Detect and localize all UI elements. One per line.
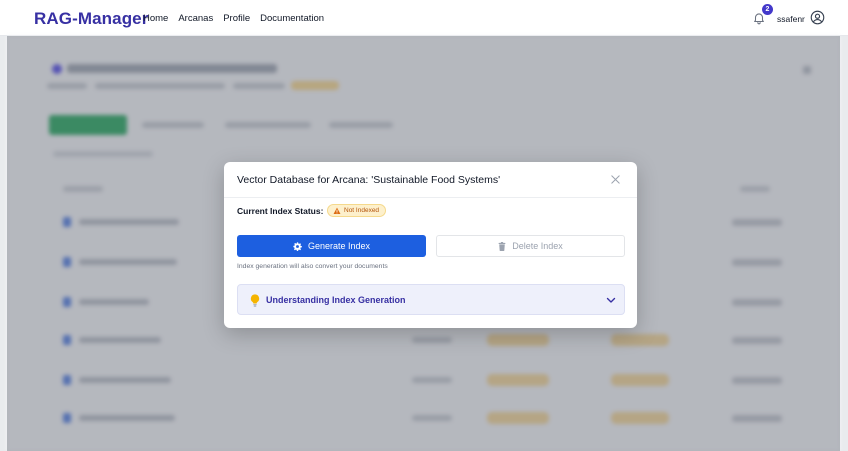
modal-header: Vector Database for Arcana: 'Sustainable… — [224, 162, 637, 198]
modal-title: Vector Database for Arcana: 'Sustainable… — [237, 174, 501, 186]
notification-badge: 2 — [762, 4, 773, 15]
username-label[interactable]: ssafenr — [777, 14, 805, 24]
nav-link-documentation[interactable]: Documentation — [260, 13, 324, 24]
understanding-index-accordion[interactable]: Understanding Index Generation — [237, 284, 625, 315]
brand-logo[interactable]: RAG-Manager — [34, 9, 148, 29]
delete-index-button[interactable]: Delete Index — [436, 235, 625, 257]
accordion-label: Understanding Index Generation — [266, 295, 406, 305]
warning-icon — [333, 207, 341, 214]
gear-icon — [293, 241, 302, 251]
index-status-text: Not Indexed — [344, 207, 380, 214]
nav-link-profile[interactable]: Profile — [223, 13, 250, 24]
index-status-badge: Not Indexed — [327, 204, 387, 217]
trash-icon — [498, 241, 506, 251]
generate-index-label: Generate Index — [307, 241, 371, 251]
delete-index-label: Delete Index — [512, 241, 563, 251]
vector-database-modal: Vector Database for Arcana: 'Sustainable… — [224, 162, 637, 328]
nav-links: Home Arcanas Profile Documentation — [143, 13, 324, 24]
close-icon[interactable] — [610, 174, 621, 185]
nav-link-home[interactable]: Home — [143, 13, 168, 24]
top-navbar: RAG-Manager Home Arcanas Profile Documen… — [0, 0, 848, 36]
generate-index-button[interactable]: Generate Index — [237, 235, 426, 257]
index-status-label: Current Index Status: — [237, 206, 324, 216]
user-circle-icon[interactable] — [810, 10, 825, 25]
nav-link-arcanas[interactable]: Arcanas — [178, 13, 213, 24]
chevron-down-icon — [606, 297, 616, 303]
index-generation-hint: Index generation will also convert your … — [237, 263, 388, 270]
lightbulb-icon — [250, 294, 260, 307]
